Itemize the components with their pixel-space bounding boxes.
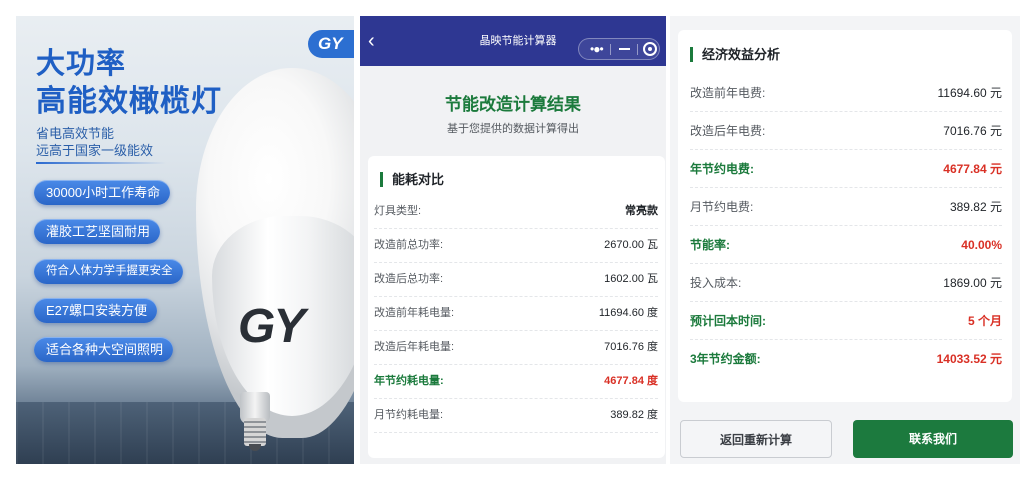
- row-label: 月节约电费:: [690, 200, 754, 214]
- topbar-title: 晶映节能计算器: [479, 35, 557, 47]
- row-label: 改造后总功率:: [374, 273, 444, 285]
- recalculate-button[interactable]: 返回重新计算: [680, 420, 832, 458]
- table-row: 改造后年耗电量: 7016.76 度: [374, 331, 658, 365]
- row-label: 预计回本时间:: [690, 314, 766, 328]
- row-value: 11694.60 元: [937, 86, 1003, 100]
- table-row: 月节约电费: 389.82 元: [690, 188, 1002, 226]
- economic-analysis-screen: 经济效益分析 改造前年电费: 11694.60 元 改造后年电费: 7016.7…: [670, 16, 1020, 464]
- row-value: 1602.00 瓦: [604, 273, 658, 285]
- table-row: 改造前总功率: 2670.00 瓦: [374, 229, 658, 263]
- row-value: 1869.00 元: [943, 276, 1002, 290]
- product-poster: GY GY 大功率 高能效橄榄灯 省电高效节能 远高于国家一级能效 30000小…: [16, 16, 354, 464]
- feature-pill-large-space: 适合各种大空间照明: [34, 337, 174, 362]
- bulb-screw-base: [244, 418, 266, 446]
- row-label: 月节约耗电量:: [374, 409, 444, 421]
- bulb-logo: GY: [238, 300, 305, 353]
- poster-headline-line1: 大功率: [36, 48, 127, 80]
- row-value: 常亮款: [625, 205, 658, 217]
- result-subtitle: 基于您提供的数据计算得出: [447, 123, 579, 135]
- row-label: 投入成本:: [690, 276, 742, 290]
- table-row: 改造前年耗电量: 11694.60 度: [374, 297, 658, 331]
- result-title: 节能改造计算结果: [445, 95, 581, 114]
- poster-subtext-underline: [36, 162, 166, 164]
- calculator-result-screen: ‹ 晶映节能计算器 •●• 节能改造计算结果 基于您提供的数据计算得出 能耗对比…: [360, 16, 666, 464]
- poster-subtext-line2: 远高于国家一级能效: [36, 143, 154, 158]
- row-label: 年节约电费:: [690, 162, 754, 176]
- energy-comparison-card: 能耗对比 灯具类型: 常亮款 改造前总功率: 2670.00 瓦 改造后总功率:…: [368, 156, 665, 458]
- close-target-icon[interactable]: [643, 42, 657, 56]
- brand-logo-badge: GY: [308, 30, 354, 58]
- economic-analysis-card: 经济效益分析 改造前年电费: 11694.60 元 改造后年电费: 7016.7…: [678, 30, 1012, 402]
- table-row: 灯具类型: 常亮款: [374, 195, 658, 229]
- feature-pill-lifespan: 30000小时工作寿命: [34, 180, 171, 205]
- more-dots-icon[interactable]: •●•: [590, 41, 604, 57]
- mini-program-topbar: ‹ 晶映节能计算器 •●•: [360, 16, 666, 66]
- row-label: 改造前总功率:: [374, 239, 444, 251]
- row-value: 40.00%: [961, 238, 1002, 252]
- row-value: 5 个月: [967, 314, 1002, 328]
- contact-us-button[interactable]: 联系我们: [853, 420, 1013, 458]
- row-label: 灯具类型:: [374, 205, 422, 217]
- row-label: 3年节约金额:: [690, 352, 761, 366]
- table-row: 3年节约金额: 14033.52 元: [690, 340, 1002, 378]
- table-row: 改造后总功率: 1602.00 瓦: [374, 263, 658, 297]
- minimize-icon[interactable]: [619, 48, 630, 50]
- mini-program-capsule: •●•: [578, 38, 660, 60]
- poster-headline-line2: 高能效橄榄灯: [36, 85, 222, 118]
- row-value: 4677.84 元: [943, 162, 1002, 176]
- row-value: 14033.52 元: [936, 352, 1002, 366]
- row-value: 389.82 元: [949, 200, 1002, 214]
- capsule-divider: [610, 44, 611, 55]
- row-value: 389.82 度: [610, 409, 658, 421]
- row-value: 7016.76 度: [604, 341, 658, 353]
- economic-section-title: 经济效益分析: [702, 47, 781, 62]
- feature-pill-durable: 灌胶工艺坚固耐用: [34, 219, 161, 244]
- feature-pill-e27: E27螺口安装方便: [34, 298, 158, 323]
- section-accent-bar: [690, 47, 693, 62]
- row-label: 节能率:: [690, 238, 730, 252]
- chevron-left-icon[interactable]: ‹: [368, 30, 384, 52]
- section-accent-bar: [380, 172, 383, 187]
- poster-subtext-line1: 省电高效节能: [36, 126, 115, 141]
- row-value: 4677.84 度: [604, 375, 658, 387]
- energy-section-title: 能耗对比: [392, 172, 445, 187]
- table-row: 投入成本: 1869.00 元: [690, 264, 1002, 302]
- capsule-divider: [637, 44, 638, 55]
- table-row: 节能率: 40.00%: [690, 226, 1002, 264]
- table-row: 预计回本时间: 5 个月: [690, 302, 1002, 340]
- table-row: 改造后年电费: 7016.76 元: [690, 112, 1002, 150]
- row-label: 改造前年电费:: [690, 86, 766, 100]
- table-row: 年节约耗电量: 4677.84 度: [374, 365, 658, 399]
- row-value: 2670.00 瓦: [604, 239, 658, 251]
- table-row: 月节约耗电量: 389.82 度: [374, 399, 658, 433]
- feature-pill-ergonomic: 符合人体力学手握更安全: [34, 259, 183, 284]
- row-value: 11694.60 度: [598, 307, 658, 319]
- row-label: 改造后年电费:: [690, 124, 766, 138]
- row-label: 年节约耗电量:: [374, 375, 444, 387]
- row-label: 改造后年耗电量:: [374, 341, 455, 353]
- row-value: 7016.76 元: [943, 124, 1002, 138]
- table-row: 改造前年电费: 11694.60 元: [690, 74, 1002, 112]
- table-row: 年节约电费: 4677.84 元: [690, 150, 1002, 188]
- row-label: 改造前年耗电量:: [374, 307, 455, 319]
